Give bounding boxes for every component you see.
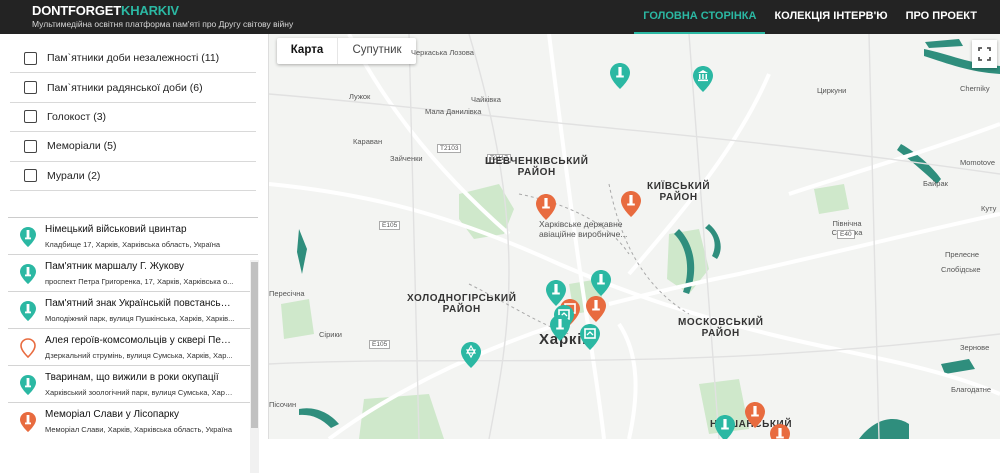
filter-holocaust[interactable]: Голокост (3) (10, 103, 256, 133)
map-type-switch: Карта Супутник (277, 38, 416, 64)
place-label: Пісочин (269, 400, 297, 409)
list-item[interactable]: Алея героїв-комсомольців у сквері Перем.… (8, 329, 258, 366)
road-shield: Е40 (837, 230, 855, 239)
district-label: МОСКОВСЬКИЙ РАЙОН (678, 317, 764, 339)
tab-map[interactable]: Карта (277, 38, 338, 64)
checkbox[interactable] (24, 139, 37, 153)
brand-part1: DONTFORGET (32, 3, 121, 18)
memorial-pin-icon[interactable] (745, 402, 765, 428)
road-shield: Е105 (369, 340, 391, 349)
filter-independence-monuments[interactable]: Пам`ятники доби незалежності (11) (10, 44, 256, 74)
place-label: Байрак (923, 179, 948, 188)
location-list: Німецький військовий цвинтар Кладбище 17… (8, 217, 258, 439)
place-label: Лужок (349, 92, 371, 101)
fullscreen-icon (978, 47, 991, 61)
location-address: Меморіал Слави, Харків, Харківська облас… (45, 425, 232, 434)
filter-label: Голокост (3) (47, 110, 107, 123)
brand-part2: KHARKIV (121, 3, 179, 18)
nav-home[interactable]: ГОЛОВНА СТОРІНКА (634, 0, 766, 34)
district-label: ХОЛОДНОГІРСЬКИЙ РАЙОН (407, 293, 517, 315)
memorial-pin-icon[interactable] (621, 191, 641, 217)
list-item[interactable]: Меморіал Слави у Лісопарку Меморіал Слав… (8, 403, 258, 439)
main-nav: ГОЛОВНА СТОРІНКА КОЛЕКЦІЯ ІНТЕРВ'Ю ПРО П… (634, 0, 986, 34)
list-item[interactable]: Пам'ятник маршалу Г. Жукову проспект Пет… (8, 255, 258, 292)
location-address: Кладбище 17, Харків, Харківська область,… (45, 240, 221, 249)
location-title: Алея героїв-комсомольців у сквері Перем.… (45, 335, 235, 346)
filter-murals[interactable]: Мурали (2) (10, 162, 256, 191)
place-label: Зайченки (390, 154, 423, 163)
monument-pin-icon (20, 264, 36, 284)
filter-label: Мурали (2) (47, 169, 101, 182)
filter-list: Пам`ятники доби незалежності (11) Пам`ят… (10, 44, 256, 191)
nav-interviews[interactable]: КОЛЕКЦІЯ ІНТЕРВ'Ю (765, 0, 896, 34)
place-label: Караван (353, 137, 383, 146)
monument-pin-icon (20, 375, 36, 395)
checkbox[interactable] (24, 51, 37, 65)
filter-soviet-monuments[interactable]: Пам`ятники радянської доби (6) (10, 73, 256, 103)
list-item[interactable]: Пам'ятний знак Українській повстанській … (8, 292, 258, 329)
list-item[interactable]: Німецький військовий цвинтар Кладбище 17… (8, 218, 258, 255)
district-label: КИЇВСЬКИЙ РАЙОН (647, 181, 711, 203)
place-label: Слобідське (941, 265, 981, 274)
list-scrollbar-thumb[interactable] (251, 262, 258, 428)
place-label: Зернове (960, 343, 990, 352)
map-canvas (269, 34, 1000, 439)
place-label: Cherniky (960, 84, 990, 93)
place-label: Пересічна (269, 289, 305, 298)
brand-logo[interactable]: DONTFORGETKHARKIV (32, 3, 179, 18)
monument-pin-icon (20, 227, 36, 247)
monument-pin-icon (20, 301, 36, 321)
memorial-pin-icon (20, 412, 36, 432)
memorial-pin-icon[interactable] (586, 296, 606, 322)
top-header: DONTFORGETKHARKIV Мультимедійна освітня … (0, 0, 1000, 34)
checkbox[interactable] (24, 110, 37, 124)
location-address: проспект Петра Григоренка, 17, Харків, Х… (45, 277, 234, 286)
filter-label: Меморіали (5) (47, 140, 117, 153)
tab-satellite[interactable]: Супутник (338, 38, 416, 64)
location-address: Молодіжний парк, вулиця Пушкінська, Харк… (45, 314, 235, 323)
place-label: Momotove (960, 158, 996, 167)
monument-pin-icon[interactable] (715, 415, 735, 439)
place-label: Чайківка (471, 95, 501, 104)
place-label: Мала Данилівка (425, 107, 482, 116)
road-shield: Т2103 (437, 144, 462, 153)
list-item[interactable]: Тваринам, що вижили в роки окупації Харк… (8, 366, 258, 403)
location-title: Пам'ятник маршалу Г. Жукову (45, 261, 184, 272)
filter-memorials[interactable]: Меморіали (5) (10, 132, 256, 162)
place-label: Черкаська Лозова (411, 48, 474, 57)
poi-label: Харківське державне авіаційне виробниче.… (539, 219, 628, 239)
location-address: Дзеркальний струмінь, вулиця Сумська, Ха… (45, 351, 233, 360)
checkbox[interactable] (24, 169, 37, 183)
location-title: Пам'ятний знак Українській повстанській … (45, 298, 235, 309)
sidebar: Пам`ятники доби незалежності (11) Пам`ят… (0, 34, 269, 473)
place-label: Циркуни (817, 86, 847, 95)
location-address: Харківський зоологічний парк, вулиця Сум… (45, 388, 235, 397)
checkbox[interactable] (24, 81, 37, 95)
holocaust-pin-icon[interactable] (461, 342, 481, 368)
monument-pin-icon[interactable] (550, 315, 570, 341)
memorial-pin-icon[interactable] (770, 424, 790, 439)
memorial-pin-icon[interactable] (536, 194, 556, 220)
filter-label: Пам`ятники радянської доби (6) (47, 81, 203, 94)
place-label: Прелесне (945, 250, 980, 259)
fullscreen-button[interactable] (972, 40, 997, 68)
location-title: Тваринам, що вижили в роки окупації (45, 372, 219, 383)
location-title: Німецький військовий цвинтар (45, 224, 187, 235)
filter-label: Пам`ятники доби незалежності (11) (47, 52, 220, 65)
district-label: ШЕВЧЕНКІВСЬКИЙ РАЙОН (485, 156, 589, 178)
tagline: Мультимедійна освітня платформа пам'яті … (32, 19, 294, 29)
nav-about[interactable]: ПРО ПРОЕКТ (897, 0, 986, 34)
monument-pin-icon[interactable] (591, 270, 611, 296)
mural-pin-icon[interactable] (580, 324, 600, 350)
road-shield: Е105 (379, 221, 401, 230)
place-label: Благодатне (951, 385, 992, 394)
museum-pin-icon[interactable] (693, 66, 713, 92)
place-label: Сірики (319, 330, 342, 339)
memorial-pin-outline-icon (20, 338, 36, 358)
location-title: Меморіал Слави у Лісопарку (45, 409, 179, 420)
monument-pin-icon[interactable] (610, 63, 630, 89)
place-label: Куту (981, 204, 997, 213)
map-view[interactable]: Карта Супутник Черкаська Лозова Чайківка… (269, 34, 1000, 439)
